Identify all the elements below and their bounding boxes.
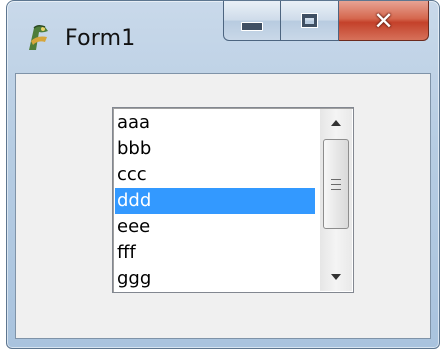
arrow-up-icon xyxy=(331,120,341,126)
scroll-down-button[interactable] xyxy=(320,263,352,291)
maximize-icon xyxy=(301,13,318,28)
minimize-button[interactable] xyxy=(223,1,281,41)
list-item[interactable]: eee xyxy=(115,214,315,240)
scroll-thumb[interactable] xyxy=(323,139,349,229)
list-item-selected[interactable]: ddd xyxy=(115,188,315,214)
grip-line xyxy=(331,183,341,185)
minimize-icon xyxy=(241,22,263,31)
close-icon: ✕ xyxy=(373,6,394,35)
caption-buttons: ✕ xyxy=(223,1,429,43)
list-item[interactable]: bbb xyxy=(115,136,315,162)
list-item[interactable]: aaa xyxy=(115,110,315,136)
main-window: Form1 ✕ aaa bbb ccc ddd eee fff ggg xyxy=(6,0,440,349)
window-title: Form1 xyxy=(65,26,136,51)
title-bar[interactable]: Form1 ✕ xyxy=(7,1,439,71)
list-item[interactable]: ccc xyxy=(115,162,315,188)
maximize-button[interactable] xyxy=(281,1,339,41)
list-item[interactable]: fff xyxy=(115,240,315,266)
arrow-down-icon xyxy=(331,274,341,280)
list-item[interactable]: ggg xyxy=(115,266,315,292)
scroll-up-button[interactable] xyxy=(320,109,352,137)
grip-line xyxy=(331,178,341,180)
list-box[interactable]: aaa bbb ccc ddd eee fff ggg xyxy=(112,107,354,293)
grip-line xyxy=(331,188,341,190)
close-button[interactable]: ✕ xyxy=(339,1,429,41)
form-client-area: aaa bbb ccc ddd eee fff ggg xyxy=(15,73,431,339)
vertical-scrollbar[interactable] xyxy=(320,109,352,291)
app-icon xyxy=(29,24,48,50)
list-items: aaa bbb ccc ddd eee fff ggg xyxy=(115,110,315,292)
